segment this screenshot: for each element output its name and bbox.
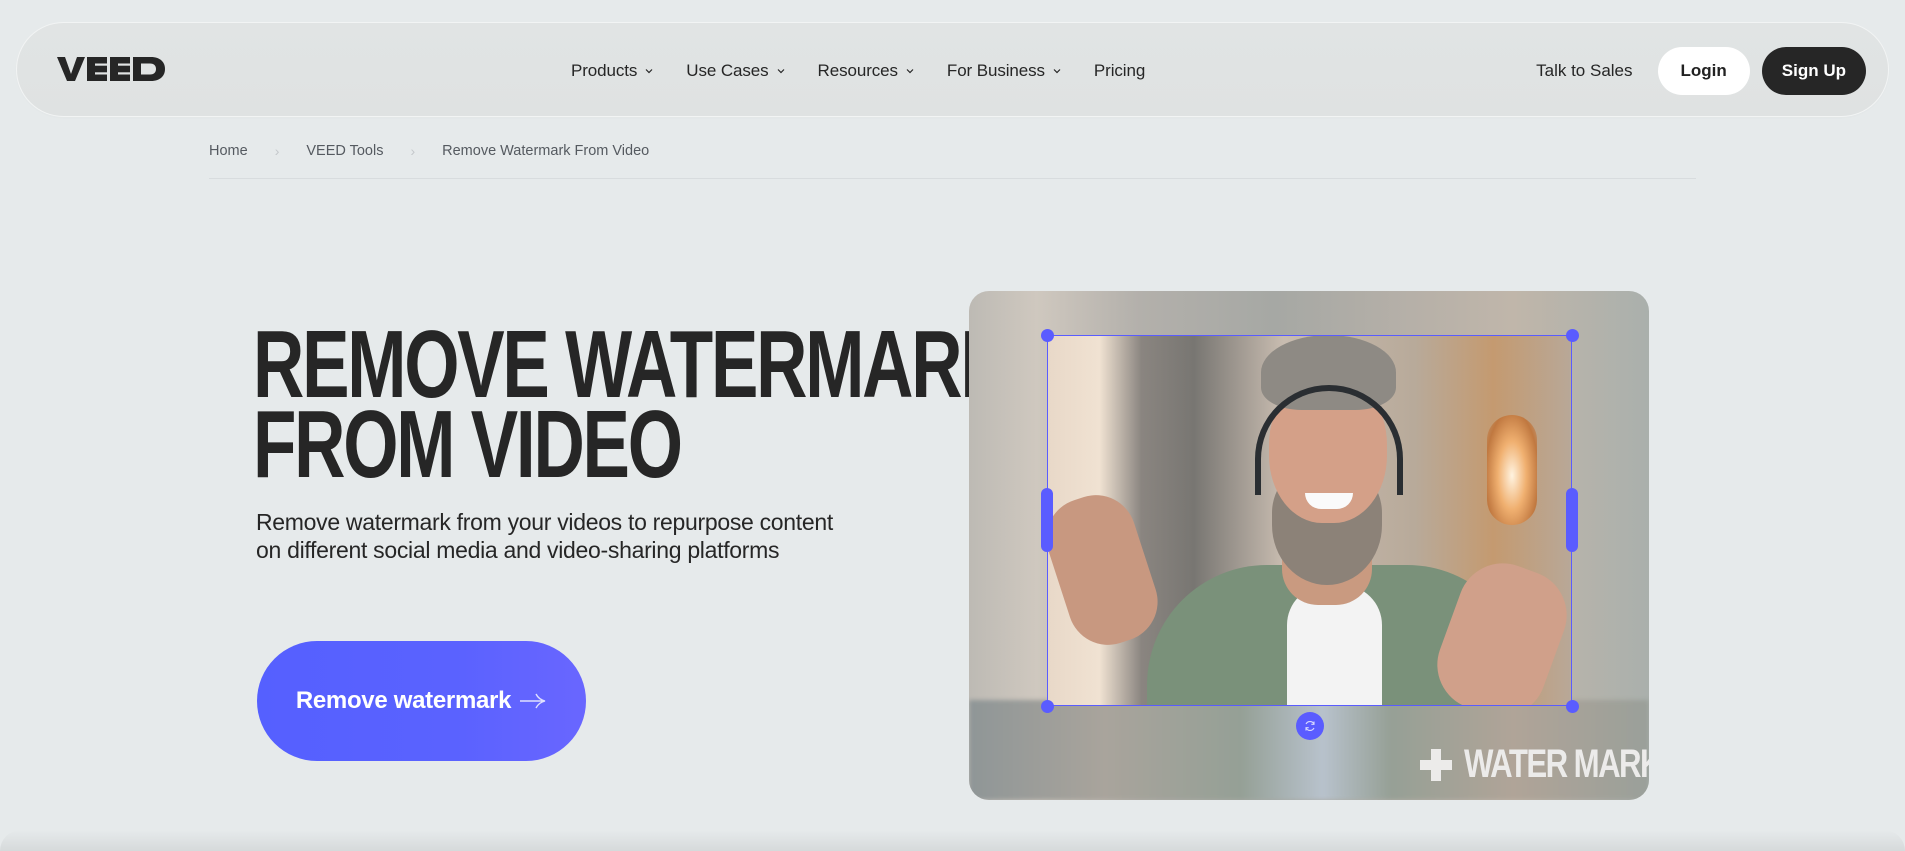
resize-handle-left[interactable]	[1041, 488, 1053, 552]
page-title: REMOVE WATERMARK FROM VIDEO	[253, 317, 1012, 493]
nav-item-label: For Business	[946, 60, 1045, 80]
nav-item-products[interactable]: Products	[571, 61, 654, 81]
watermark-overlay: WATER MARK	[1420, 742, 1649, 787]
chevron-down-icon	[777, 68, 784, 73]
chevron-right-icon: ›	[410, 143, 416, 159]
breadcrumb-home[interactable]: Home	[209, 142, 248, 160]
nav-item-label: Products	[571, 60, 638, 80]
chevron-down-icon	[645, 68, 653, 73]
plus-icon	[1420, 748, 1452, 781]
watermark-text: WATER MARK	[1464, 742, 1649, 786]
breadcrumb-veed-tools[interactable]: VEED Tools	[306, 142, 383, 160]
breadcrumb: Home › VEED Tools › Remove Watermark Fro…	[209, 142, 1696, 179]
veed-logo[interactable]: VEED	[57, 53, 173, 85]
video-frame-man-with-headset	[1047, 335, 1572, 706]
rotate-icon	[1305, 721, 1315, 731]
chevron-down-icon	[906, 68, 914, 73]
watermark-removal-preview: WATER MARK	[969, 291, 1649, 800]
nav-item-label: Use Cases	[686, 60, 769, 80]
nav-item-resources[interactable]: Resources	[818, 61, 915, 81]
lamp	[1487, 415, 1537, 525]
resize-handle-right[interactable]	[1566, 488, 1578, 552]
nav-item-use-cases[interactable]: Use Cases	[686, 61, 785, 81]
main-menu: Products Use Cases Resources For Busines…	[571, 23, 1177, 118]
nav-item-pricing[interactable]: Pricing	[1094, 61, 1145, 81]
breadcrumb-current-page: Remove Watermark From Video	[442, 143, 650, 159]
resize-handle-bottom-right[interactable]	[1566, 700, 1579, 713]
chevron-down-icon	[1053, 68, 1061, 73]
arrow-right-icon	[520, 693, 546, 709]
nav-actions: Talk to Sales Login Sign Up	[1536, 23, 1866, 118]
chevron-right-icon: ›	[274, 143, 280, 159]
nav-item-for-business[interactable]: For Business	[947, 61, 1062, 81]
signup-button[interactable]: Sign Up	[1761, 46, 1866, 95]
talk-to-sales-link[interactable]: Talk to Sales	[1536, 61, 1632, 81]
remove-watermark-button[interactable]: Remove watermark	[257, 641, 586, 761]
rotate-handle[interactable]	[1296, 712, 1324, 740]
nav-item-label: Pricing	[1093, 60, 1146, 80]
login-button[interactable]: Login	[1657, 46, 1750, 95]
next-section-edge	[0, 830, 1905, 851]
resize-handle-top-right[interactable]	[1566, 329, 1579, 342]
resize-handle-top-left[interactable]	[1041, 329, 1054, 342]
left-hand	[1047, 484, 1168, 656]
resize-handle-bottom-left[interactable]	[1041, 700, 1054, 713]
cta-label: Remove watermark	[295, 687, 512, 714]
nav-item-label: Resources	[817, 60, 898, 80]
veed-logo-mark	[57, 57, 165, 81]
top-navigation: VEED Products Use Cases Resources For Bu…	[16, 22, 1889, 117]
hero-subtitle: Remove watermark from your videos to rep…	[256, 509, 833, 563]
